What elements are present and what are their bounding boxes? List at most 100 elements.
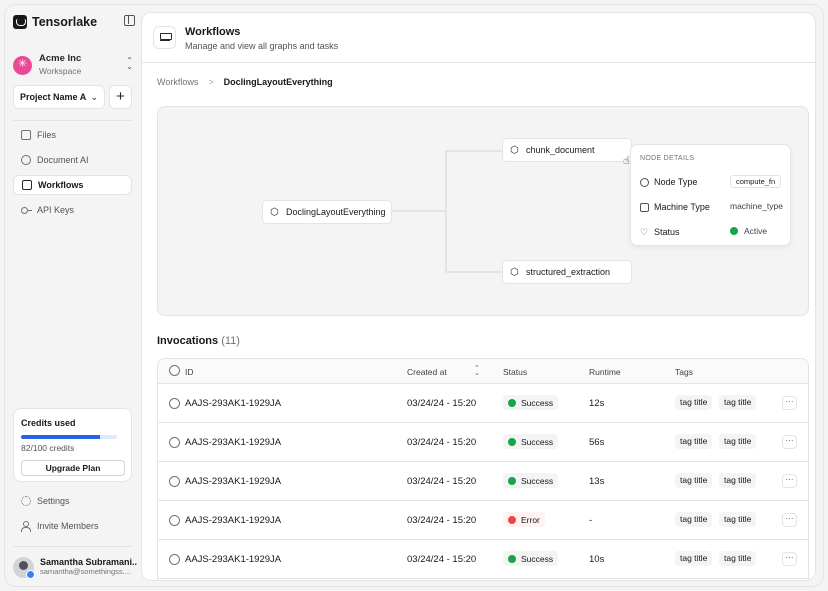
select-all-checkbox[interactable] (169, 365, 180, 376)
sidebar-item-label: Settings (37, 496, 70, 506)
sidebar-divider (13, 546, 133, 547)
graph-canvas[interactable]: ⬡ DoclingLayoutEverything ⬡ chunk_docume… (157, 106, 809, 316)
detail-label: Node Type (654, 177, 698, 187)
invocation-id: AAJS-293AK1-1929JA (185, 554, 282, 565)
table-row[interactable]: AAJS-293AK1-1929JA 03/24/24 - 15:20 Succ… (158, 540, 808, 579)
check-circle-icon (508, 437, 516, 446)
sidebar-item-label: Invite Members (37, 521, 99, 531)
sidebar-item-api-keys[interactable]: API Keys (13, 200, 132, 220)
more-options-button[interactable]: ··· (782, 474, 797, 488)
upgrade-plan-button[interactable]: Upgrade Plan (21, 460, 125, 476)
sidebar-item-document-ai[interactable]: Document AI (13, 150, 132, 170)
sidebar-item-workflows[interactable]: Workflows (13, 175, 132, 195)
sidebar-item-label: Files (37, 130, 57, 140)
project-select[interactable]: Project Name A ⌄ (13, 85, 105, 109)
org-avatar (13, 55, 32, 75)
detail-label: Machine Type (654, 202, 710, 212)
column-header-id: ID (185, 367, 194, 377)
invocations-table: ID Created at ⌃ ⌄ Status Runtime Tags AAJ… (157, 358, 809, 580)
org-switcher[interactable]: Acme Inc Workspace ⌃⌄ (13, 49, 135, 81)
node-type-chip: compute_fn (730, 175, 782, 188)
machine-type-row: Machine Type machine_type (640, 200, 785, 214)
node-label: structured_extraction (526, 267, 611, 277)
key-icon (21, 205, 32, 215)
tag-chip: tag title (675, 395, 713, 410)
sort-icon[interactable]: ⌃ ⌄ (474, 365, 480, 377)
machine-type-value: machine_type (730, 201, 783, 211)
credits-card: Credits used 82/100 credits Upgrade Plan (13, 408, 132, 482)
row-checkbox[interactable] (169, 554, 180, 565)
tag-chip: tag title (719, 395, 757, 410)
status-value: Active (730, 226, 767, 236)
error-circle-icon (508, 515, 516, 524)
logo-row: Tensorlake (13, 13, 135, 31)
app-name: Tensorlake (32, 15, 98, 29)
table-row[interactable]: AAJS-293AK1-1929JA 03/24/24 - 15:20 Erro… (158, 501, 808, 540)
row-checkbox[interactable] (169, 398, 180, 409)
hexagon-icon: ⬡ (510, 266, 519, 278)
node-label: DoclingLayoutEverything (286, 207, 386, 217)
add-project-button[interactable]: + (109, 85, 132, 109)
column-header-created[interactable]: Created at (407, 367, 447, 377)
sidebar-toggle-icon[interactable] (124, 15, 135, 26)
row-checkbox[interactable] (169, 437, 180, 448)
more-options-button[interactable]: ··· (782, 435, 797, 449)
status-text: Error (521, 514, 540, 525)
workflow-icon (22, 180, 32, 190)
sidebar-item-invite-members[interactable]: Invite Members (21, 519, 99, 533)
avatar (13, 556, 35, 579)
tag-chip: tag title (675, 551, 713, 566)
breadcrumb-parent[interactable]: Workflows (157, 77, 198, 87)
credits-progress-fill (21, 435, 100, 439)
more-options-button[interactable]: ··· (782, 513, 797, 527)
user-menu[interactable]: Samantha Subramani... samantha@something… (13, 554, 137, 580)
document-ai-icon (21, 155, 31, 165)
status-badge: Success (503, 434, 559, 449)
sidebar-divider (13, 120, 133, 121)
credits-title: Credits used (21, 418, 76, 428)
runtime: 12s (589, 398, 605, 409)
chevron-up-down-icon: ⌃ ⌄ (126, 56, 133, 71)
tag-chip: tag title (719, 551, 757, 566)
sidebar-item-settings[interactable]: Settings (21, 494, 70, 508)
column-header-status: Status (503, 367, 528, 377)
sidebar-item-files[interactable]: Files (13, 125, 132, 145)
org-name: Acme Inc (39, 53, 82, 64)
graph-node-chunk-document[interactable]: ⬡ chunk_document (502, 138, 632, 162)
more-options-button[interactable]: ··· (782, 396, 797, 410)
status-badge: Success (503, 395, 559, 410)
created-at: 03/24/24 - 15:20 (407, 515, 477, 526)
row-checkbox[interactable] (169, 476, 180, 487)
file-icon (21, 130, 31, 140)
graph-node-root[interactable]: ⬡ DoclingLayoutEverything (262, 200, 392, 224)
tag-chip: tag title (719, 434, 757, 449)
table-row[interactable]: AAJS-293AK1-1929JA 03/24/24 - 15:20 Succ… (158, 423, 808, 462)
check-circle-icon (508, 398, 516, 407)
page-title: Workflows (185, 26, 241, 38)
user-plus-icon (21, 521, 31, 532)
runtime: 10s (589, 554, 605, 565)
app-window: Tensorlake Acme Inc Workspace ⌃⌄ Project… (4, 4, 824, 587)
status-badge: Success (503, 551, 559, 566)
runtime: - (589, 515, 593, 526)
runtime: 13s (589, 476, 605, 487)
graph-node-structured-extraction[interactable]: ⬡ structured_extraction (502, 260, 632, 284)
detail-label: Status (654, 227, 680, 237)
user-email: samantha@somethingss.... (40, 567, 131, 576)
node-label: chunk_document (526, 145, 595, 155)
tag-chip: tag title (719, 512, 757, 527)
status-text: Active (744, 226, 768, 236)
row-checkbox[interactable] (169, 515, 180, 526)
table-row[interactable]: AAJS-293AK1-1929JA 03/24/24 - 15:20 Succ… (158, 462, 808, 501)
table-row[interactable]: AAJS-293AK1-1929JA 03/24/24 - 15:20 Succ… (158, 384, 808, 423)
node-details-popover: NODE DETAILS Node Type compute_fn Machin… (630, 144, 791, 246)
credits-text: 82/100 credits (21, 443, 75, 453)
hexagon-icon: ⬡ (270, 206, 279, 218)
created-at: 03/24/24 - 15:20 (407, 476, 477, 487)
credits-progress-bar (21, 435, 117, 439)
main-panel: Workflows Manage and view all graphs and… (141, 12, 816, 581)
more-options-button[interactable]: ··· (782, 552, 797, 566)
sidebar-item-label: Document AI (37, 155, 89, 165)
user-name: Samantha Subramani... (40, 557, 137, 567)
invocations-heading: Invocations (11) (157, 335, 240, 347)
